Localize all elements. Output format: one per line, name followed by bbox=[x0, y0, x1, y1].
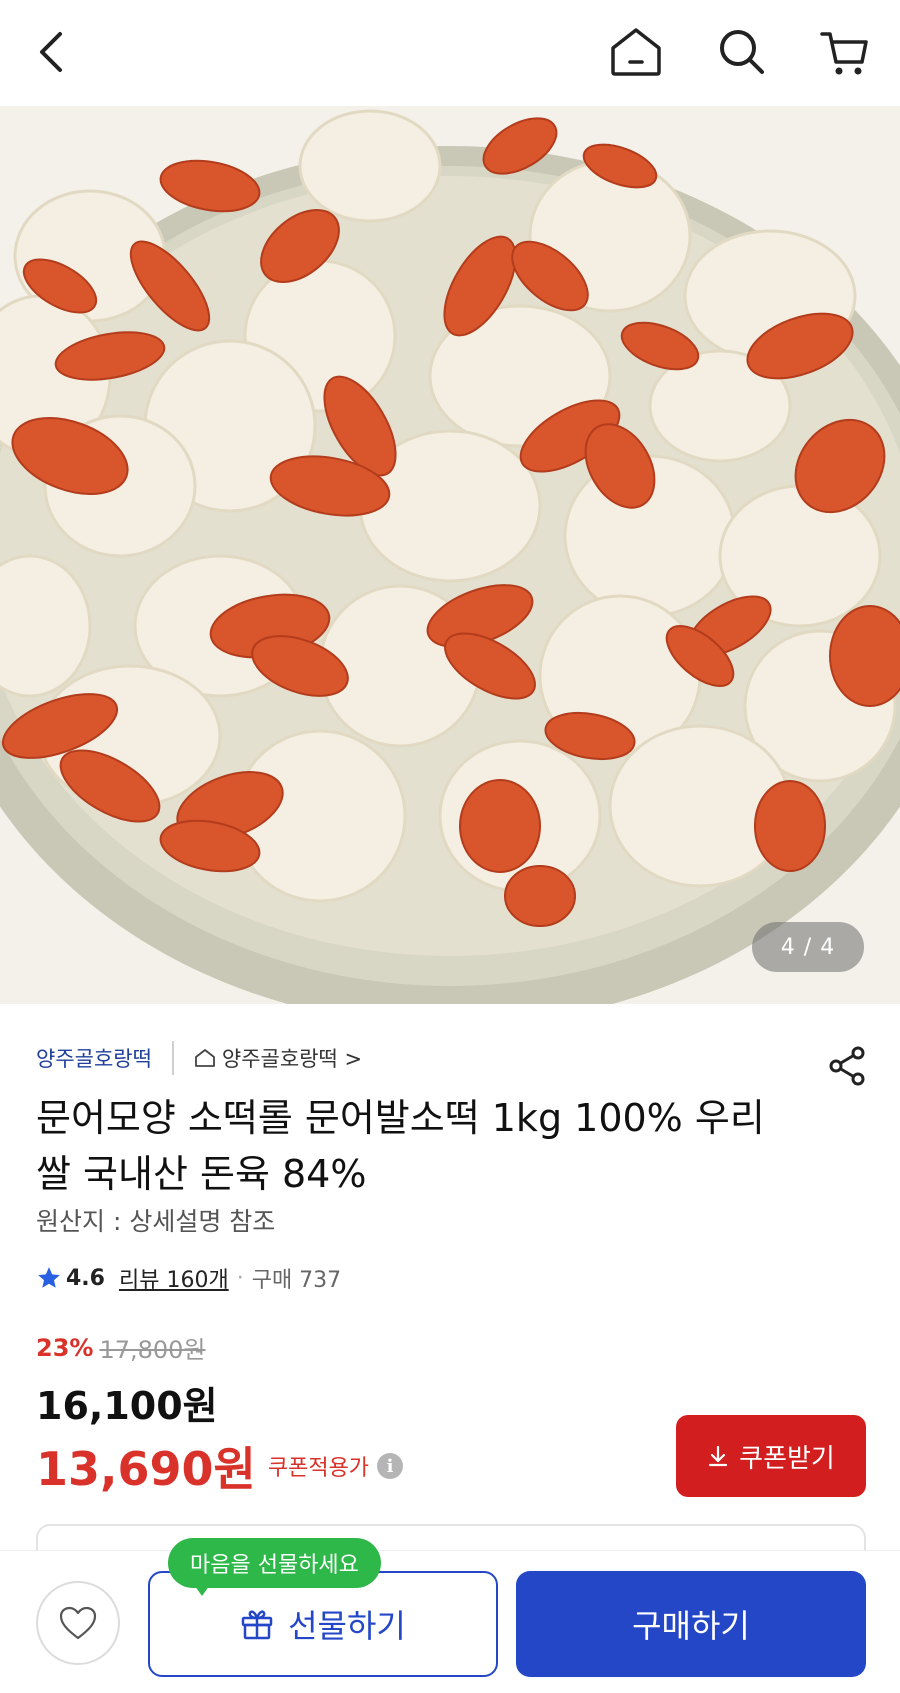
search-button[interactable] bbox=[710, 20, 774, 84]
rating-score: 4.6 bbox=[66, 1265, 105, 1291]
sale-price: 16,100원 bbox=[36, 1384, 218, 1428]
share-icon bbox=[829, 1046, 865, 1086]
heart-icon bbox=[59, 1606, 97, 1640]
search-icon bbox=[720, 30, 764, 74]
star-icon bbox=[38, 1267, 60, 1288]
product-photo-illustration bbox=[0, 106, 900, 1004]
seller-row: 양주골호랑떡 양주골호랑떡 > bbox=[36, 1040, 362, 1076]
purchase-count: 구매 737 bbox=[251, 1268, 342, 1293]
store-link-label: 양주골호랑떡 > bbox=[221, 1047, 363, 1071]
store-link[interactable]: 양주골호랑떡 > bbox=[194, 1043, 362, 1073]
cart-button[interactable] bbox=[812, 20, 876, 84]
info-icon[interactable]: i bbox=[377, 1453, 404, 1479]
buy-button-label: 구매하기 bbox=[632, 1607, 750, 1645]
coupon-price-row: 13,690원 쿠폰적용가 i bbox=[36, 1433, 404, 1499]
coupon-note: 쿠폰적용가 bbox=[267, 1456, 370, 1481]
bottom-action-bar: 선물하기 구매하기 bbox=[0, 1550, 900, 1693]
coupon-price: 13,690원 bbox=[36, 1442, 256, 1496]
rating-row: 4.6 리뷰 160개 · 구매 737 bbox=[36, 1262, 341, 1294]
review-link[interactable]: 리뷰 160개 bbox=[119, 1262, 229, 1294]
coupon-button-label: 쿠폰받기 bbox=[739, 1443, 835, 1474]
discount-row: 23% 17,800원 bbox=[36, 1330, 206, 1365]
coupon-download-button[interactable]: 쿠폰받기 bbox=[676, 1415, 866, 1497]
seller-name[interactable]: 양주골호랑떡 bbox=[36, 1043, 152, 1073]
cart-icon bbox=[820, 32, 868, 75]
gift-tooltip-tail bbox=[192, 1582, 212, 1596]
home-icon bbox=[611, 28, 661, 76]
back-button[interactable] bbox=[20, 20, 84, 84]
gift-icon bbox=[241, 1610, 273, 1640]
home-button[interactable] bbox=[604, 20, 668, 84]
image-counter: 4 / 4 bbox=[752, 922, 864, 972]
original-price: 17,800원 bbox=[99, 1336, 206, 1364]
store-home-icon bbox=[195, 1049, 215, 1067]
separator-dot: · bbox=[236, 1265, 244, 1291]
share-button[interactable] bbox=[826, 1044, 870, 1088]
divider bbox=[171, 1041, 174, 1075]
gift-tooltip: 마음을 선물하세요 bbox=[168, 1538, 381, 1588]
product-image[interactable] bbox=[0, 106, 900, 1004]
product-origin: 원산지 : 상세설명 참조 bbox=[36, 1207, 276, 1236]
download-icon bbox=[709, 1445, 728, 1467]
wishlist-button[interactable] bbox=[36, 1581, 120, 1665]
buy-button[interactable]: 구매하기 bbox=[516, 1571, 866, 1677]
gift-button-label: 선물하기 bbox=[288, 1607, 406, 1645]
discount-rate: 23% bbox=[36, 1333, 94, 1362]
product-title: 문어모양 소떡롤 문어발소떡 1kg 100% 우리쌀 국내산 돈육 84% bbox=[36, 1096, 765, 1196]
chevron-left-icon bbox=[40, 32, 62, 72]
top-nav-bar bbox=[0, 0, 900, 106]
